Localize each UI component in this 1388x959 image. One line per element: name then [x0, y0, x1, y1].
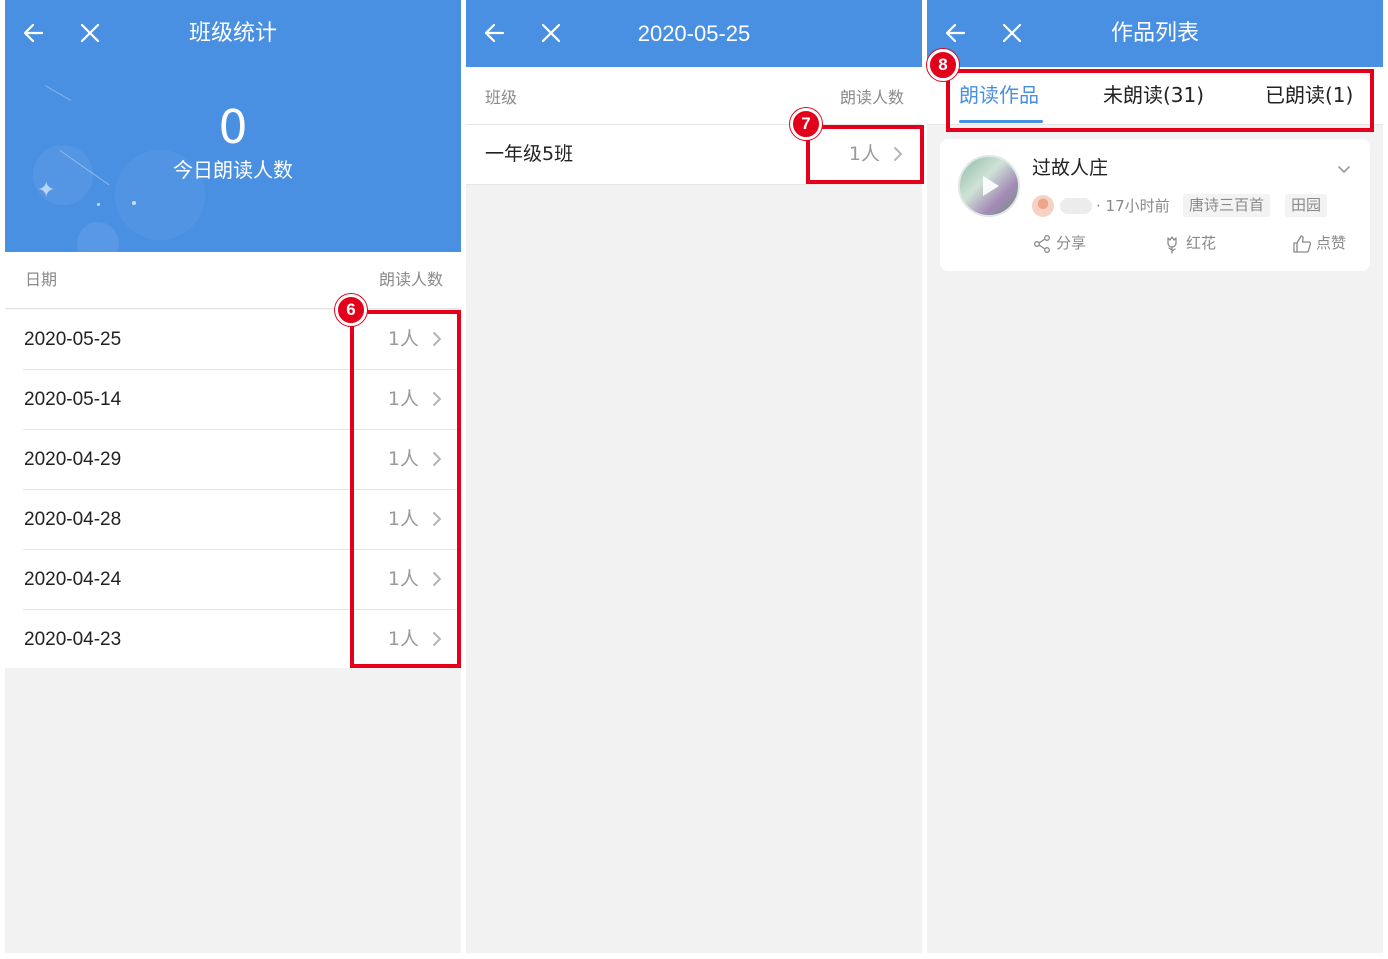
share-label: 分享: [1056, 234, 1087, 252]
work-card[interactable]: 过故人庄 · 17小时前 唐诗三百首 田园 分享 红花 点赞: [940, 139, 1370, 271]
annotation-marker-8: 8: [927, 49, 959, 81]
decor-circle: [77, 222, 119, 252]
date-row[interactable]: 2020-05-14 1人: [23, 370, 461, 430]
tag-collection: 唐诗三百首: [1183, 194, 1271, 217]
page-title: 2020-05-25: [637, 21, 751, 46]
flower-label: 红花: [1186, 234, 1217, 252]
row-count: 1人: [848, 143, 880, 165]
top-bar: 作品列表: [927, 0, 1383, 67]
chevron-right-icon: [431, 570, 443, 588]
avatar: [1032, 195, 1054, 217]
back-arrow-icon[interactable]: [21, 20, 47, 46]
chevron-right-icon: [431, 630, 443, 648]
works-list-screen: 作品列表 朗读作品 未朗读(31) 已朗读(1) 过故人庄 · 17小时前 唐诗…: [927, 0, 1383, 953]
today-readers-count: 0: [218, 100, 248, 154]
row-count: 1人: [387, 328, 419, 350]
date-detail-screen: 2020-05-25 班级 朗读人数 一年级5班 1人: [466, 0, 922, 953]
date-row[interactable]: 2020-04-24 1人: [23, 550, 461, 610]
decor-dot: [97, 203, 100, 206]
close-icon[interactable]: [77, 20, 103, 46]
readers-column-header: 朗读人数: [839, 88, 904, 107]
class-column-header: 班级: [485, 88, 518, 107]
play-icon: [983, 176, 999, 196]
annotation-marker-6: 6: [335, 294, 367, 326]
thumbs-up-icon: [1292, 234, 1312, 254]
back-arrow-icon[interactable]: [482, 20, 508, 46]
row-date: 2020-04-28: [24, 509, 122, 530]
tab-read[interactable]: 已朗读(1): [1265, 81, 1353, 109]
row-date: 2020-04-29: [24, 449, 122, 470]
chevron-right-icon: [431, 510, 443, 528]
blurred-username: [1060, 198, 1092, 214]
work-cover-image[interactable]: [958, 155, 1020, 217]
back-arrow-icon[interactable]: [943, 20, 969, 46]
decor-dot: [132, 201, 136, 205]
post-time: · 17小时前: [1096, 197, 1170, 215]
page-title: 班级统计: [188, 21, 277, 46]
top-bar: 2020-05-25: [466, 0, 922, 67]
work-title: 过故人庄: [1032, 157, 1109, 179]
class-row[interactable]: 一年级5班 1人: [466, 125, 922, 185]
share-button[interactable]: 分享: [1032, 231, 1086, 255]
date-row[interactable]: 2020-04-28 1人: [23, 490, 461, 550]
close-icon[interactable]: [538, 20, 564, 46]
tag-genre: 田园: [1285, 194, 1328, 217]
row-date: 2020-04-24: [24, 569, 122, 590]
row-count: 1人: [387, 508, 419, 530]
chevron-right-icon: [892, 145, 904, 163]
class-stats-screen: ✦ 班级统计 0 今日朗读人数 日期 朗读人数 2020-05-25 1人 20…: [5, 0, 461, 953]
chevron-right-icon: [431, 450, 443, 468]
readers-column-header: 朗读人数: [378, 270, 443, 289]
row-date: 2020-04-23: [24, 629, 122, 650]
like-label: 点赞: [1316, 234, 1347, 252]
flower-button[interactable]: 红花: [1162, 231, 1216, 255]
page-title: 作品列表: [1110, 21, 1199, 46]
active-tab-indicator: [959, 120, 1043, 123]
chevron-down-icon[interactable]: [1336, 161, 1352, 177]
tab-reading-works[interactable]: 朗读作品: [959, 81, 1039, 109]
list-header: 班级 朗读人数: [466, 67, 922, 125]
stats-hero: ✦ 班级统计 0 今日朗读人数: [5, 0, 461, 252]
row-date: 2020-05-25: [24, 329, 122, 350]
row-date: 2020-05-14: [24, 389, 122, 410]
row-count: 1人: [387, 448, 419, 470]
date-row[interactable]: 2020-04-29 1人: [23, 430, 461, 490]
class-name: 一年级5班: [485, 143, 574, 165]
row-count: 1人: [387, 568, 419, 590]
tab-bar: 朗读作品 未朗读(31) 已朗读(1): [927, 67, 1383, 125]
tab-not-read[interactable]: 未朗读(31): [1103, 81, 1204, 109]
annotation-marker-7: 7: [790, 108, 822, 140]
date-column-header: 日期: [25, 270, 58, 289]
chevron-right-icon: [431, 390, 443, 408]
chevron-right-icon: [431, 330, 443, 348]
row-count: 1人: [387, 628, 419, 650]
share-icon: [1032, 234, 1052, 254]
list-header: 日期 朗读人数: [5, 252, 461, 309]
decor-streak: [44, 85, 72, 101]
like-button[interactable]: 点赞: [1292, 231, 1346, 255]
row-count: 1人: [387, 388, 419, 410]
today-readers-label: 今日朗读人数: [173, 158, 293, 182]
close-icon[interactable]: [999, 20, 1025, 46]
flower-icon: [1162, 234, 1182, 254]
date-row[interactable]: 2020-05-25 1人: [23, 310, 461, 370]
date-row[interactable]: 2020-04-23 1人: [23, 610, 461, 670]
date-list: 2020-05-25 1人 2020-05-14 1人 2020-04-29 1…: [5, 310, 461, 668]
